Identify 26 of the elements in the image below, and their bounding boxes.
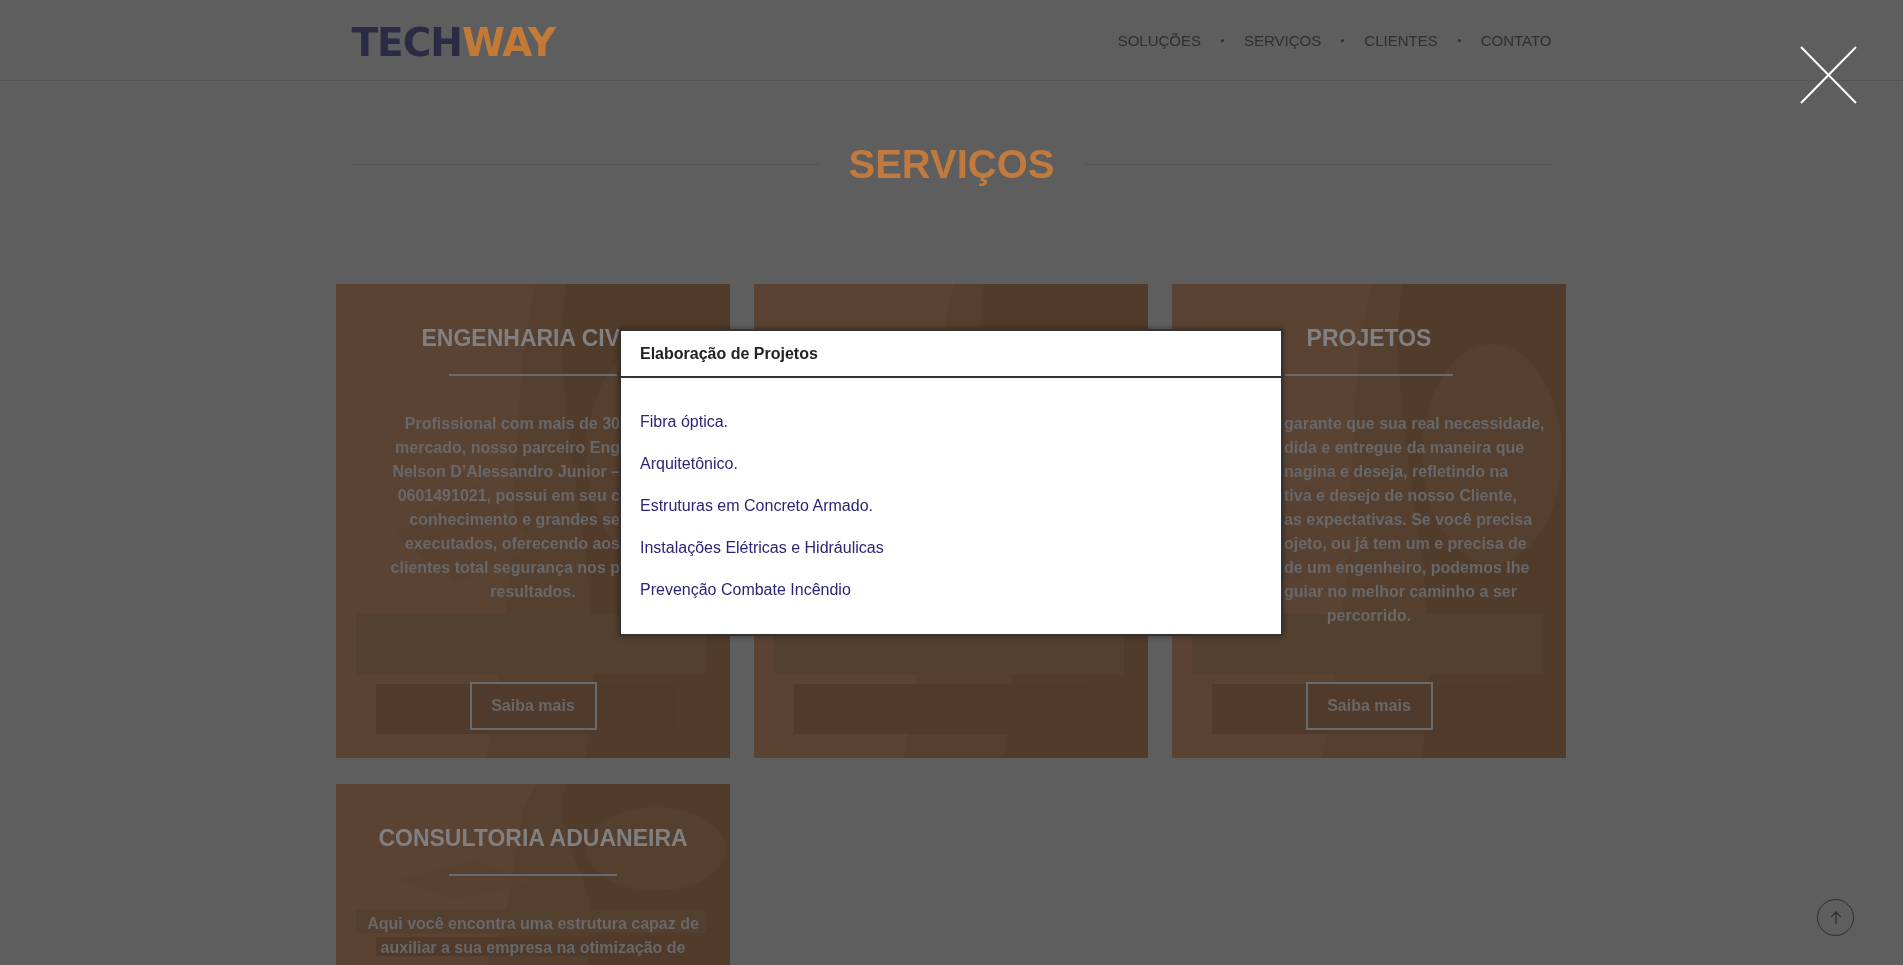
- card-text-line: percorrido.: [1326, 606, 1412, 626]
- learn-more-button[interactable]: Saiba mais: [469, 682, 597, 730]
- modal-item: Arquitetônico.: [640, 454, 739, 474]
- modal-item: Prevenção Combate Incêndio: [640, 580, 852, 600]
- card-title: ENGENHARIA CIV: [421, 324, 620, 352]
- card-text-line: Aqui você encontra uma estrutura capaz de: [367, 914, 699, 934]
- learn-more-button[interactable]: Saiba mais: [1305, 682, 1433, 730]
- card-text-line: auxiliar a sua empresa na otimização de: [380, 938, 686, 958]
- card-text-line: executados, oferecendo aos: [404, 534, 620, 554]
- card-text-line: de um engenheiro, podemos lhe: [1284, 558, 1530, 578]
- card-title: PROJETOS: [1306, 324, 1432, 352]
- modal-title: Elaboração de Projetos: [640, 344, 818, 363]
- section-title: SERVIÇOS: [848, 141, 1055, 187]
- arrow-up-icon: [1829, 910, 1842, 925]
- close-icon[interactable]: [1800, 46, 1857, 104]
- modal-item: Estruturas em Concreto Armado.: [640, 496, 874, 516]
- card-text-line: conhecimento e grandes se: [409, 510, 620, 530]
- card-text-line: ojeto, ou já tem um e precisa de: [1284, 534, 1527, 554]
- card-text-line: tiva e desejo de nosso Cliente,: [1284, 486, 1517, 506]
- modal-item: Instalações Elétricas e Hidráulicas: [640, 538, 885, 558]
- card-text-line: resultados.: [490, 582, 576, 602]
- card-title: CONSULTORIA ADUANEIRA: [378, 824, 688, 852]
- card-text-line: clientes total segurança nos p: [390, 558, 620, 578]
- card-text-line: as expectativas. Se você precisa: [1284, 510, 1533, 530]
- modal-item: Fibra óptica.: [640, 412, 730, 432]
- card-text-line: 0601491021, possui em seu c: [397, 486, 620, 506]
